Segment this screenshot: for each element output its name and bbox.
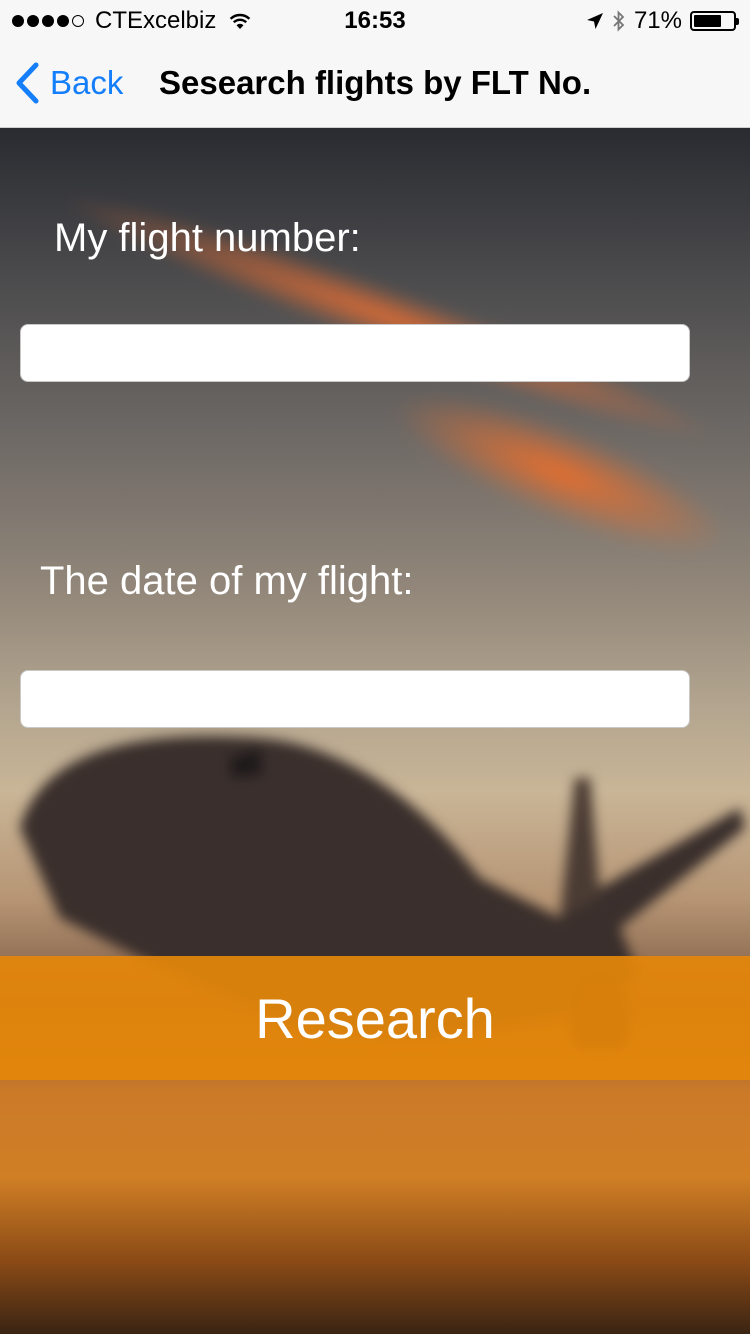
- background-image: [0, 128, 750, 1334]
- flight-date-input[interactable]: [20, 670, 690, 728]
- bluetooth-icon: [613, 10, 625, 32]
- research-button[interactable]: Research: [0, 956, 750, 1080]
- battery-percent: 71%: [633, 7, 682, 34]
- page-title: Sesearch flights by FLT No.: [159, 64, 592, 101]
- back-button[interactable]: Back: [14, 62, 123, 104]
- flight-date-label: The date of my flight:: [40, 559, 414, 603]
- chevron-left-icon: [16, 62, 39, 104]
- battery-level: [694, 15, 721, 27]
- flight-number-input[interactable]: [20, 324, 690, 382]
- status-bar: CTExcelbiz 16:53 71%: [0, 0, 750, 40]
- status-right: 71%: [578, 7, 739, 35]
- flight-number-label: My flight number:: [54, 216, 361, 260]
- battery-icon: [690, 11, 739, 31]
- location-arrow-icon: [586, 13, 603, 29]
- navigation-bar: Back Sesearch flights by FLT No.: [0, 40, 750, 128]
- back-button-label: Back: [50, 64, 124, 101]
